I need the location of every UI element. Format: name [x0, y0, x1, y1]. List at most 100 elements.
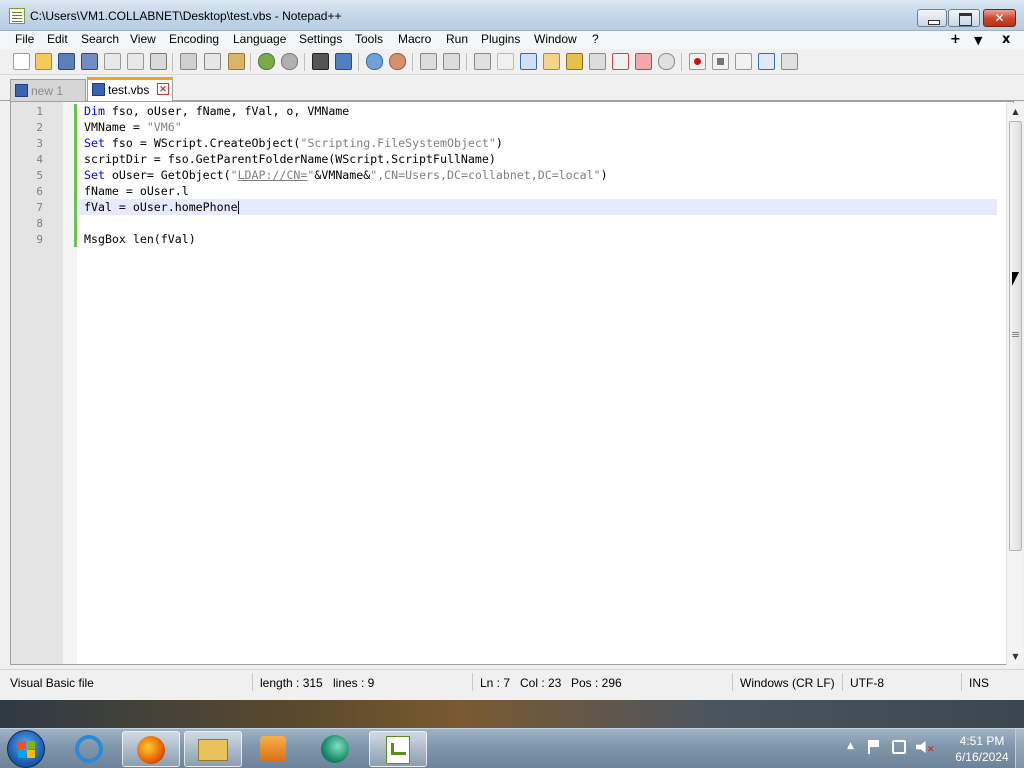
close-button[interactable] — [983, 9, 1016, 27]
print-icon[interactable] — [150, 53, 167, 70]
udl-icon[interactable] — [543, 53, 560, 70]
eye-icon[interactable] — [658, 53, 675, 70]
show-all-chars-icon[interactable] — [497, 53, 514, 70]
word-wrap-icon[interactable] — [474, 53, 491, 70]
undo-icon[interactable] — [258, 53, 275, 70]
scrollbar-thumb[interactable] — [1009, 121, 1022, 551]
notepad-app-icon[interactable] — [9, 8, 25, 24]
menu-view[interactable]: View — [130, 32, 156, 46]
taskbar-media-player[interactable] — [245, 731, 303, 767]
taskbar-file-explorer[interactable] — [184, 731, 242, 767]
taskbar-notepad-plus-plus[interactable] — [369, 731, 427, 767]
menu-plugins[interactable]: Plugins — [481, 32, 520, 46]
run-macro-multiple-icon[interactable] — [758, 53, 775, 70]
tab-list-down-icon[interactable]: ▼ — [974, 34, 982, 47]
redo-icon[interactable] — [281, 53, 298, 70]
minimize-button[interactable] — [917, 9, 947, 27]
status-eol[interactable]: Windows (CR LF) — [740, 676, 835, 690]
menu-macro[interactable]: Macro — [398, 32, 431, 46]
menu-encoding[interactable]: Encoding — [169, 32, 219, 46]
find-icon[interactable] — [312, 53, 329, 70]
clock-time[interactable]: 4:51 PM — [952, 734, 1012, 748]
menu-window[interactable]: Window — [534, 32, 577, 46]
code-area[interactable]: Dim fso, oUser, fName, fVal, o, VMName V… — [77, 102, 997, 664]
status-file-type: Visual Basic file — [10, 676, 94, 690]
tab-new-1[interactable]: new 1 — [10, 79, 86, 101]
zoom-out-icon[interactable] — [389, 53, 406, 70]
code-line-7[interactable]: fVal = oUser.homePhone — [84, 199, 239, 215]
code-line-3[interactable]: Set fso = WScript.CreateObject("Scriptin… — [84, 135, 503, 151]
menu-run[interactable]: Run — [446, 32, 468, 46]
tab-label: test.vbs — [108, 83, 150, 97]
keyword: Set — [84, 136, 105, 150]
new-tab-plus-icon[interactable]: + — [950, 32, 961, 47]
code-line-4[interactable]: scriptDir = fso.GetParentFolderName(WScr… — [84, 151, 496, 167]
close-all-icon[interactable] — [127, 53, 144, 70]
clock-date[interactable]: 6/16/2024 — [944, 750, 1020, 764]
menu-file[interactable]: File — [15, 32, 34, 46]
stop-macro-icon[interactable] — [712, 53, 729, 70]
grip-icon — [1012, 332, 1019, 333]
taskbar-edge-app[interactable] — [307, 731, 365, 767]
function-list-icon[interactable] — [589, 53, 606, 70]
close-file-icon[interactable] — [104, 53, 121, 70]
record-macro-icon[interactable] — [689, 53, 706, 70]
menu-edit[interactable]: Edit — [47, 32, 68, 46]
sync-horizontal-icon[interactable] — [443, 53, 460, 70]
new-file-icon[interactable] — [13, 53, 30, 70]
taskbar-internet-explorer[interactable] — [61, 731, 119, 767]
zoom-in-icon[interactable] — [366, 53, 383, 70]
maximize-button[interactable] — [948, 9, 980, 27]
close-doc-x-icon[interactable]: x — [1002, 32, 1010, 47]
sync-vertical-icon[interactable] — [420, 53, 437, 70]
network-icon[interactable] — [892, 740, 906, 754]
status-position[interactable]: Pos : 296 — [571, 676, 622, 690]
doc-map-icon[interactable] — [566, 53, 583, 70]
status-lines: lines : 9 — [333, 676, 375, 690]
title-bar[interactable]: C:\Users\VM1.COLLABNET\Desktop\test.vbs … — [0, 0, 1024, 31]
taskbar-firefox[interactable] — [122, 731, 180, 767]
code-line-6[interactable]: fName = oUser.l — [84, 183, 189, 199]
paste-icon[interactable] — [228, 53, 245, 70]
cut-icon[interactable] — [180, 53, 197, 70]
save-icon[interactable] — [58, 53, 75, 70]
menu-tools[interactable]: Tools — [355, 32, 383, 46]
firefox-icon — [137, 736, 165, 764]
folder-icon — [198, 739, 228, 761]
action-center-flag-icon[interactable] — [868, 740, 880, 754]
status-line[interactable]: Ln : 7 — [480, 676, 510, 690]
menu-language[interactable]: Language — [233, 32, 286, 46]
status-separator — [252, 673, 253, 691]
vertical-scrollbar[interactable]: ▲ ▼ — [1006, 103, 1023, 665]
menu-search[interactable]: Search — [81, 32, 119, 46]
scroll-down-icon[interactable]: ▼ — [1007, 648, 1024, 665]
tab-test-vbs[interactable]: test.vbs ✕ — [87, 77, 173, 101]
code-text: fso, oUser, fName, fVal, o, VMName — [104, 104, 350, 118]
scroll-up-icon[interactable]: ▲ — [1007, 103, 1024, 120]
show-desktop-button[interactable] — [1015, 729, 1024, 768]
save-all-icon[interactable] — [81, 53, 98, 70]
start-button[interactable] — [7, 730, 45, 768]
folder-workspace-icon[interactable] — [612, 53, 629, 70]
ldap-link[interactable]: LDAP://CN= — [238, 168, 308, 182]
menu-help[interactable]: ? — [592, 32, 599, 46]
status-insert-mode[interactable]: INS — [969, 676, 989, 690]
status-encoding[interactable]: UTF-8 — [850, 676, 884, 690]
open-folder-icon[interactable] — [35, 53, 52, 70]
code-line-2[interactable]: VMName = "VM6" — [84, 119, 182, 135]
replace-icon[interactable] — [335, 53, 352, 70]
indent-guide-icon[interactable] — [520, 53, 537, 70]
code-line-9[interactable]: MsgBox len(fVal) — [84, 231, 196, 247]
monitoring-icon[interactable] — [635, 53, 652, 70]
code-line-1[interactable]: Dim fso, oUser, fName, fVal, o, VMName — [84, 103, 349, 119]
keyword: Dim — [84, 104, 105, 118]
code-editor[interactable]: 1 2 3 4 5 6 7 8 9 Dim fso, oUser, fName,… — [10, 101, 1023, 665]
copy-icon[interactable] — [204, 53, 221, 70]
code-line-5[interactable]: Set oUser= GetObject("LDAP://CN="&VMName… — [84, 167, 608, 183]
status-column[interactable]: Col : 23 — [520, 676, 561, 690]
play-macro-icon[interactable] — [735, 53, 752, 70]
show-hidden-icons-icon[interactable]: ▲ — [847, 741, 854, 751]
tab-close-icon[interactable]: ✕ — [157, 83, 169, 95]
menu-settings[interactable]: Settings — [299, 32, 342, 46]
save-macro-icon[interactable] — [781, 53, 798, 70]
